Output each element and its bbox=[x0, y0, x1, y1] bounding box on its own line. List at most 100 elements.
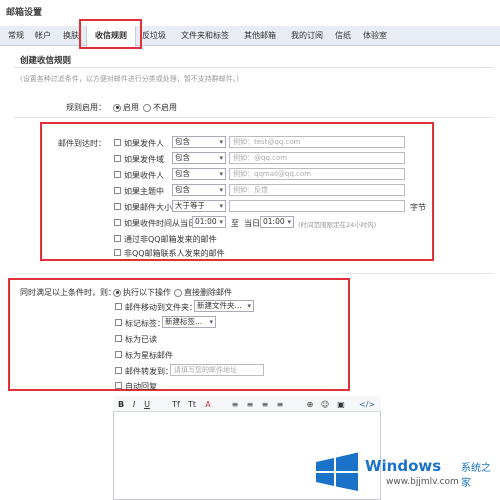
cond-recipient-input[interactable]: 例如：qqmail@qq.com bbox=[229, 168, 405, 180]
chevron-down-icon: ▾ bbox=[219, 186, 223, 194]
checkbox[interactable] bbox=[114, 139, 121, 146]
image-icon[interactable]: ▣ bbox=[336, 399, 346, 411]
cond-size-select[interactable]: 大于等于 ▾ bbox=[172, 200, 226, 212]
chevron-down-icon: ▾ bbox=[219, 202, 223, 210]
chevron-down-icon: ▾ bbox=[247, 302, 251, 310]
action-forward-input[interactable]: 请填写您的邮件地址 bbox=[170, 364, 264, 376]
section-description: (设置各种过滤条件，以方便对邮件进行分类或处理，暂不支持群邮件。) bbox=[20, 75, 239, 83]
action-move-select[interactable]: 新建文件夹... ▾ bbox=[194, 300, 254, 312]
cond-recipient-label: 如果收件人 bbox=[124, 171, 164, 180]
watermark-url: www.bjjmlv.com bbox=[386, 477, 459, 487]
chevron-down-icon: ▾ bbox=[287, 218, 291, 226]
cond-domain-input[interactable]: 例如：@qq.com bbox=[229, 152, 405, 164]
action-star-label: 标为星标邮件 bbox=[125, 351, 173, 360]
window-title: 邮箱设置 bbox=[6, 8, 43, 18]
list-unordered-icon[interactable]: ≡ bbox=[275, 399, 285, 411]
cond-subject-select[interactable]: 包含 ▾ bbox=[172, 184, 226, 196]
cond-non-qq-label: 通过非QQ邮箱发来的邮件 bbox=[124, 235, 217, 244]
tab-account[interactable]: 帐户 bbox=[31, 26, 55, 46]
cond-domain-label: 如果发件域 bbox=[124, 155, 164, 164]
cond-sender-label: 如果发件人 bbox=[124, 139, 164, 148]
checkbox[interactable] bbox=[114, 155, 121, 162]
action-mode-execute[interactable]: 执行以下操作 bbox=[113, 287, 171, 298]
action-tag-select[interactable]: 新建标签... ▾ bbox=[162, 316, 216, 328]
italic-icon[interactable]: I bbox=[130, 399, 138, 411]
action-forward-label: 邮件转发到： bbox=[125, 367, 173, 376]
tab-highlight-box bbox=[79, 19, 142, 49]
time-note: (时间范围限定在24小时内) bbox=[298, 221, 377, 229]
chevron-down-icon: ▾ bbox=[219, 218, 223, 226]
list-ordered-icon[interactable]: ≡ bbox=[260, 399, 270, 411]
checkbox[interactable] bbox=[114, 219, 121, 226]
action-read-label: 标为已读 bbox=[125, 335, 157, 344]
font-color-icon[interactable]: A bbox=[203, 399, 213, 411]
checkbox[interactable] bbox=[115, 319, 122, 326]
divider bbox=[14, 117, 494, 118]
action-mode-delete[interactable]: 直接删除邮件 bbox=[174, 287, 232, 298]
checkbox[interactable] bbox=[114, 249, 121, 256]
size-unit: 字节 bbox=[410, 203, 426, 212]
tab-bar: 常规 帐户 换肤 收信规则 反垃圾 文件夹和标签 其他邮箱 我的订阅 信纸 体验… bbox=[0, 26, 500, 47]
checkbox[interactable] bbox=[115, 335, 122, 342]
checkbox[interactable] bbox=[115, 367, 122, 374]
chevron-down-icon: ▾ bbox=[219, 154, 223, 162]
tab-antispam[interactable]: 反垃圾 bbox=[137, 26, 171, 46]
font-family-icon[interactable]: Tf bbox=[170, 399, 182, 411]
cond-subject-input[interactable]: 例如：反馈 bbox=[229, 184, 405, 196]
bold-icon[interactable]: B bbox=[117, 399, 125, 411]
cond-size-label: 如果邮件大小 bbox=[124, 203, 172, 212]
time-from-select[interactable]: 01:00 ▾ bbox=[192, 216, 226, 228]
chevron-down-icon: ▾ bbox=[219, 138, 223, 146]
cond-sender-select[interactable]: 包含 ▾ bbox=[172, 136, 226, 148]
tab-folders-tags[interactable]: 文件夹和标签 bbox=[174, 26, 236, 46]
checkbox[interactable] bbox=[114, 203, 121, 210]
tab-general[interactable]: 常规 bbox=[4, 26, 28, 46]
link-icon[interactable]: ⊕ bbox=[305, 399, 315, 411]
section-title: 创建收信规则 bbox=[20, 56, 72, 66]
tab-other-mailbox[interactable]: 其他邮箱 bbox=[238, 26, 282, 46]
tab-lab[interactable]: 体验室 bbox=[358, 26, 392, 46]
cond-subject-label: 如果主题中 bbox=[124, 187, 164, 196]
radio-icon[interactable] bbox=[113, 103, 121, 112]
actions-label: 同时满足以上条件时，则： bbox=[20, 288, 116, 297]
cond-size-input[interactable] bbox=[229, 200, 405, 212]
chevron-down-icon: ▾ bbox=[209, 318, 213, 326]
chevron-down-icon: ▾ bbox=[219, 170, 223, 178]
align-center-icon[interactable]: ≡ bbox=[245, 399, 255, 411]
windows-logo-icon bbox=[316, 452, 358, 491]
divider bbox=[14, 273, 494, 274]
emoji-icon[interactable]: ☺ bbox=[320, 399, 330, 411]
action-move-label: 邮件移动到文件夹： bbox=[125, 303, 197, 312]
arrival-label: 邮件到达时： bbox=[58, 139, 106, 148]
cond-domain-select[interactable]: 包含 ▾ bbox=[172, 152, 226, 164]
checkbox[interactable] bbox=[114, 235, 121, 242]
rule-enable-on[interactable]: 启用 bbox=[113, 102, 139, 113]
cond-time-label: 如果收件时间从当日 bbox=[124, 219, 196, 228]
watermark-cn: 系统之家 bbox=[461, 463, 491, 489]
cond-sender-input[interactable]: 例如：test@qq.com bbox=[229, 136, 405, 148]
time-to-label: 至 bbox=[231, 219, 239, 228]
time-day-label: 当日 bbox=[244, 219, 260, 228]
rule-enable-label: 规则启用： bbox=[66, 103, 106, 112]
section-divider bbox=[14, 67, 494, 68]
tab-subscriptions[interactable]: 我的订阅 bbox=[285, 26, 329, 46]
checkbox[interactable] bbox=[114, 187, 121, 194]
radio-icon[interactable] bbox=[143, 103, 151, 112]
radio-icon[interactable] bbox=[113, 288, 121, 297]
align-left-icon[interactable]: ≡ bbox=[230, 399, 240, 411]
font-size-icon[interactable]: Tt bbox=[186, 399, 198, 411]
source-code-icon[interactable]: </> bbox=[359, 399, 375, 411]
time-to-select[interactable]: 01:00 ▾ bbox=[260, 216, 294, 228]
checkbox[interactable] bbox=[115, 351, 122, 358]
watermark-brand: Windows bbox=[365, 457, 442, 475]
rule-enable-off[interactable]: 不启用 bbox=[143, 102, 177, 113]
radio-icon[interactable] bbox=[174, 288, 182, 297]
cond-recipient-select[interactable]: 包含 ▾ bbox=[172, 168, 226, 180]
underline-icon[interactable]: U bbox=[143, 399, 151, 411]
action-autoreply-label: 自动回复 bbox=[125, 382, 157, 391]
action-tag-label: 标记标签： bbox=[125, 319, 165, 328]
checkbox[interactable] bbox=[115, 382, 122, 389]
tab-stationery[interactable]: 信纸 bbox=[331, 26, 355, 46]
checkbox[interactable] bbox=[114, 171, 121, 178]
checkbox[interactable] bbox=[115, 303, 122, 310]
